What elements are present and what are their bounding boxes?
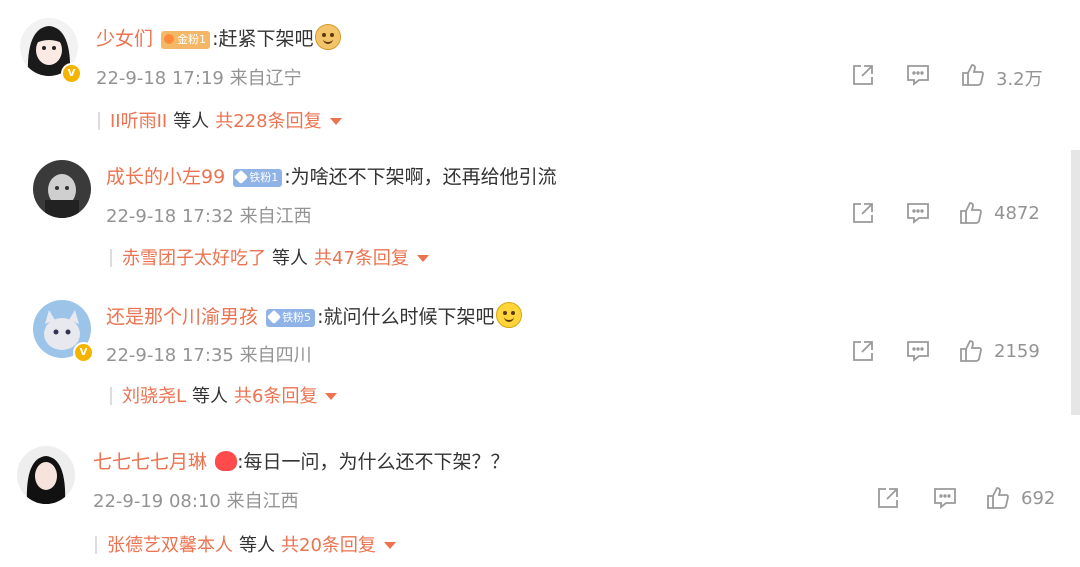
comment-icon[interactable] xyxy=(905,200,931,226)
comment-item: V 少女们 金粉1:赶紧下架吧 22-9-18 17:19 来自辽宁 3.2万 … xyxy=(0,0,1080,150)
comment-time: 22-9-18 17:35 xyxy=(106,345,234,366)
share-icon[interactable] xyxy=(850,200,876,226)
comment-location: 来自辽宁 xyxy=(229,68,302,89)
comment-text: :每日一问，为什么还不下架？？ xyxy=(237,451,510,473)
share-icon[interactable] xyxy=(850,338,876,364)
fan-badge-icon xyxy=(266,309,282,325)
fan-badge: 铁粉1 xyxy=(233,169,283,187)
comment-meta: 22-9-18 17:35 来自四川 xyxy=(106,341,312,367)
fan-badge-label: 金粉1 xyxy=(177,33,207,46)
comment-meta: 22-9-18 17:32 来自江西 xyxy=(106,202,312,228)
fan-badge: 铁粉5 xyxy=(266,309,316,327)
username[interactable]: 成长的小左99 xyxy=(106,166,225,188)
reply-total[interactable]: 共228条回复 xyxy=(215,111,321,132)
reply-user[interactable]: 刘骁尧L xyxy=(122,386,186,407)
smile-emoji xyxy=(496,302,523,328)
comment-meta: 22-9-19 08:10 来自江西 xyxy=(93,487,299,513)
comment-meta: 22-9-18 17:19 来自辽宁 xyxy=(96,64,302,90)
comment-line: 少女们 金粉1 :赶紧下架吧 xyxy=(96,24,342,52)
username[interactable]: 还是那个川渝男孩 xyxy=(106,306,258,328)
dropdown-caret-icon[interactable] xyxy=(329,118,342,125)
like-count: 4872 xyxy=(994,203,1040,224)
comment-text: :就问什么时候下架吧 xyxy=(317,306,495,328)
fan-badge: 金粉1 xyxy=(161,31,211,49)
comment-icon[interactable] xyxy=(932,485,958,511)
comment-location: 来自江西 xyxy=(226,491,299,512)
like-count: 2159 xyxy=(994,341,1040,362)
comment-location: 来自江西 xyxy=(239,206,312,227)
like-icon[interactable] xyxy=(985,485,1011,511)
reply-summary[interactable]: 刘骁尧L 等人 共6条回复 xyxy=(110,385,338,409)
comment-actions: 4872 xyxy=(850,200,1070,230)
divider xyxy=(95,536,97,554)
comment-location: 来自四川 xyxy=(239,345,312,366)
like-icon[interactable] xyxy=(960,62,986,88)
comment-item: 七七七七月琳 :每日一问，为什么还不下架？？ 22-9-19 08:10 来自江… xyxy=(0,430,1080,567)
divider xyxy=(110,249,112,267)
reply-total[interactable]: 共6条回复 xyxy=(234,386,317,407)
username[interactable]: 少女们 xyxy=(96,28,153,50)
reply-user[interactable]: 赤雪团子太好吃了 xyxy=(122,248,266,269)
heart-badge-icon xyxy=(215,451,238,471)
like-count: 3.2万 xyxy=(996,69,1043,90)
comment-time: 22-9-18 17:19 xyxy=(96,68,224,89)
reply-total[interactable]: 共47条回复 xyxy=(314,248,409,269)
comment-line: 还是那个川渝男孩 铁粉5 :就问什么时候下架吧 xyxy=(106,302,523,330)
reply-summary[interactable]: II听雨II 等人 共228条回复 xyxy=(98,110,342,134)
reply-user[interactable]: II听雨II xyxy=(110,111,167,132)
reply-user[interactable]: 张德艺双馨本人 xyxy=(107,535,233,556)
comment-actions: 692 xyxy=(875,485,1075,515)
comment-time: 22-9-18 17:32 xyxy=(106,206,234,227)
comment-actions: 2159 xyxy=(850,338,1070,368)
avatar[interactable] xyxy=(17,446,75,504)
scrollbar[interactable] xyxy=(1071,150,1080,415)
share-icon[interactable] xyxy=(875,485,901,511)
verified-icon: V xyxy=(61,63,82,84)
username[interactable]: 七七七七月琳 xyxy=(93,451,207,473)
like-count: 692 xyxy=(1021,488,1056,509)
share-icon[interactable] xyxy=(850,62,876,88)
dog-emoji xyxy=(315,24,342,50)
comment-line: 成长的小左99 铁粉1 :为啥还不下架啊，还再给他引流 xyxy=(106,164,557,190)
comment-item: 成长的小左99 铁粉1 :为啥还不下架啊，还再给他引流 22-9-18 17:32… xyxy=(0,150,1080,290)
comment-text: :赶紧下架吧 xyxy=(212,28,314,50)
comment-item: V 还是那个川渝男孩 铁粉5 :就问什么时候下架吧 22-9-18 17:35 来… xyxy=(0,290,1080,430)
reply-etc: 等人 xyxy=(239,535,275,556)
dropdown-caret-icon[interactable] xyxy=(416,255,429,262)
comment-icon[interactable] xyxy=(905,62,931,88)
reply-summary[interactable]: 赤雪团子太好吃了 等人 共47条回复 xyxy=(110,247,429,271)
divider xyxy=(110,387,112,405)
like-icon[interactable] xyxy=(958,338,984,364)
verified-icon: V xyxy=(73,342,94,363)
comment-line: 七七七七月琳 :每日一问，为什么还不下架？？ xyxy=(93,449,509,475)
dropdown-caret-icon[interactable] xyxy=(383,542,396,549)
fan-badge-icon xyxy=(164,34,175,44)
reply-etc: 等人 xyxy=(272,248,308,269)
reply-etc: 等人 xyxy=(173,111,210,132)
fan-badge-icon xyxy=(234,169,249,185)
reply-summary[interactable]: 张德艺双馨本人 等人 共20条回复 xyxy=(95,534,396,558)
comment-text: :为啥还不下架啊，还再给他引流 xyxy=(284,166,557,188)
fan-badge-label: 铁粉1 xyxy=(249,171,279,184)
comment-icon[interactable] xyxy=(905,338,931,364)
reply-total[interactable]: 共20条回复 xyxy=(281,535,376,556)
comment-actions: 3.2万 xyxy=(850,62,1070,92)
divider xyxy=(98,112,100,130)
reply-etc: 等人 xyxy=(192,386,229,407)
comment-time: 22-9-19 08:10 xyxy=(93,491,221,512)
fan-badge-label: 铁粉5 xyxy=(282,311,312,324)
avatar[interactable] xyxy=(33,160,91,218)
like-icon[interactable] xyxy=(958,200,984,226)
dropdown-caret-icon[interactable] xyxy=(325,393,338,400)
